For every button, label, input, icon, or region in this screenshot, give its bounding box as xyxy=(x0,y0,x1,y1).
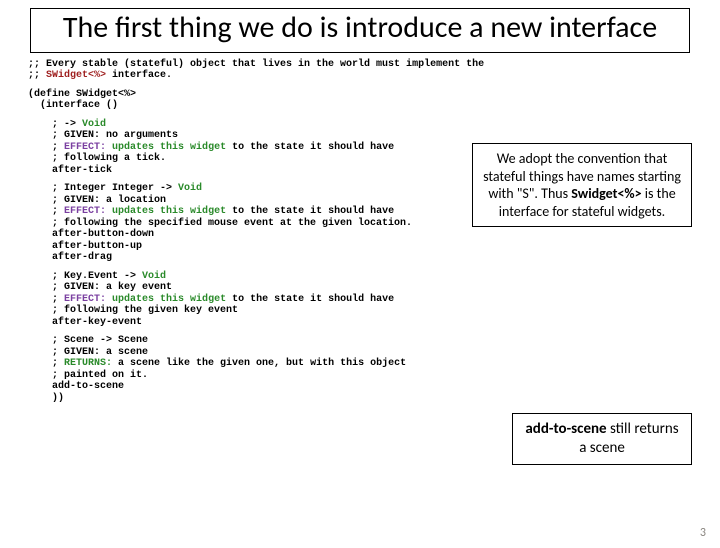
code-keyword: Void xyxy=(142,271,166,282)
code-listing: ;; Every stable (stateful) object that l… xyxy=(0,59,720,405)
code-line: ;; Every stable (stateful) object that l… xyxy=(28,59,484,70)
code-block-key: ; Key.Event -> Void ; GIVEN: a key event… xyxy=(28,271,692,329)
code-keyword: EFFECT: xyxy=(64,294,106,305)
code-line: (interface () xyxy=(28,100,118,111)
callout-convention: We adopt the convention that stateful th… xyxy=(472,143,692,227)
code-keyword: SWidget<%> xyxy=(46,70,106,81)
callout-addtoscene: add-to-scene still returns a scene xyxy=(512,413,692,465)
code-line: ; GIVEN: a key event xyxy=(28,282,172,293)
code-line: ; following the given key event xyxy=(28,305,238,316)
code-line: ; GIVEN: a location xyxy=(28,195,166,206)
code-seg: ; xyxy=(28,206,64,217)
code-method: after-button-down xyxy=(28,229,154,240)
code-line: ; GIVEN: a scene xyxy=(28,347,148,358)
code-seg: ; xyxy=(28,358,64,369)
code-line: ; GIVEN: no arguments xyxy=(28,130,178,141)
code-keyword: Void xyxy=(178,183,202,194)
code-line: (define SWidget<%> xyxy=(28,89,136,100)
code-keyword: EFFECT: xyxy=(64,142,106,153)
code-keyword: updates this widget xyxy=(112,294,226,305)
code-keyword: updates this widget xyxy=(112,206,226,217)
code-keyword: EFFECT: xyxy=(64,206,106,217)
code-seg: to the state it should have xyxy=(226,206,394,217)
page-number: 3 xyxy=(700,526,706,540)
code-keyword: updates this widget xyxy=(112,142,226,153)
code-seg: ; xyxy=(28,142,64,153)
code-keyword: RETURNS: xyxy=(64,358,112,369)
code-line: )) xyxy=(28,393,64,404)
code-line: ; Scene -> Scene xyxy=(28,335,148,346)
code-define: (define SWidget<%> (interface () xyxy=(28,89,692,112)
callout-keyword: Swidget<%> xyxy=(571,185,641,202)
code-seg: a scene like the given one, but with thi… xyxy=(112,358,406,369)
code-line: ; following a tick. xyxy=(28,153,166,164)
code-line: ; following the specified mouse event at… xyxy=(28,218,412,229)
code-line-suffix: interface. xyxy=(106,70,172,81)
slide-title: The first thing we do is introduce a new… xyxy=(39,11,681,46)
code-seg: ; -> xyxy=(28,119,82,130)
code-line-prefix: ;; xyxy=(28,70,46,81)
code-seg: to the state it should have xyxy=(226,294,394,305)
code-block-scene: ; Scene -> Scene ; GIVEN: a scene ; RETU… xyxy=(28,335,692,404)
code-method: after-button-up xyxy=(28,241,142,252)
code-method: add-to-scene xyxy=(28,381,124,392)
slide-title-box: The first thing we do is introduce a new… xyxy=(30,8,690,53)
code-line: ; painted on it. xyxy=(28,370,148,381)
code-seg: to the state it should have xyxy=(226,142,394,153)
code-keyword: Void xyxy=(82,119,106,130)
code-seg: ; Key.Event -> xyxy=(28,271,142,282)
code-method: after-key-event xyxy=(28,317,142,328)
callout-keyword: add-to-scene xyxy=(525,420,606,438)
code-seg: ; Integer Integer -> xyxy=(28,183,178,194)
code-top-comment: ;; Every stable (stateful) object that l… xyxy=(28,59,692,82)
code-seg: ; xyxy=(28,294,64,305)
code-method: after-drag xyxy=(28,252,112,263)
code-method: after-tick xyxy=(28,165,112,176)
